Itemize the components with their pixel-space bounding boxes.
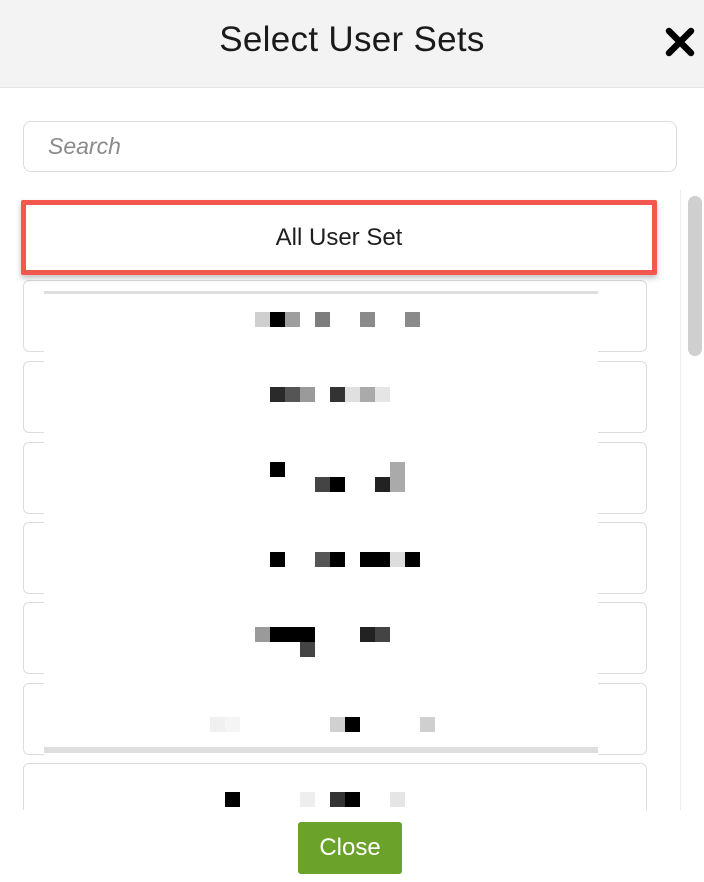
redacted-pixel: [270, 552, 285, 567]
close-button[interactable]: Close: [298, 822, 402, 874]
redacted-pixel: [210, 717, 225, 732]
redacted-pixel: [255, 312, 270, 327]
redacted-pixel: [315, 552, 330, 567]
redacted-pixel: [330, 477, 345, 492]
redacted-pixel: [285, 312, 300, 327]
redacted-pixel: [270, 387, 285, 402]
redacted-pixel: [285, 387, 300, 402]
redacted-pixel: [405, 552, 420, 567]
redacted-pixel: [390, 477, 405, 492]
list-scrollbar[interactable]: [680, 190, 704, 810]
redacted-region: [44, 294, 598, 756]
redacted-pixel: [285, 627, 300, 642]
redacted-pixel: [270, 312, 285, 327]
redacted-pixel: [225, 792, 240, 807]
redacted-pixel: [390, 552, 405, 567]
redacted-pixel: [420, 717, 435, 732]
redacted-pixel: [375, 387, 390, 402]
scroll-thumb[interactable]: [688, 196, 702, 356]
list-item-all-user-set[interactable]: All User Set: [21, 200, 657, 275]
redaction-bar: [44, 747, 598, 753]
redacted-pixel: [225, 717, 240, 732]
redacted-pixel: [345, 792, 360, 807]
redacted-pixel: [300, 792, 315, 807]
redacted-pixel: [405, 312, 420, 327]
redacted-pixel: [330, 552, 345, 567]
redacted-pixel: [345, 717, 360, 732]
redacted-pixel: [375, 552, 390, 567]
redacted-pixel: [360, 552, 375, 567]
list-item-label: All User Set: [275, 223, 403, 251]
redacted-pixel: [315, 312, 330, 327]
search-input[interactable]: [23, 121, 677, 172]
redacted-pixel: [360, 387, 375, 402]
redacted-pixel: [345, 387, 360, 402]
close-icon[interactable]: [664, 26, 696, 58]
redacted-pixel: [315, 477, 330, 492]
redacted-pixel: [360, 312, 375, 327]
user-set-list[interactable]: All User Set: [0, 190, 680, 810]
redacted-pixel: [330, 717, 345, 732]
redacted-pixel: [270, 462, 285, 477]
redacted-pixel: [330, 792, 345, 807]
redacted-pixel: [390, 792, 405, 807]
dialog-title: Select User Sets: [219, 20, 485, 59]
redacted-pixel: [300, 642, 315, 657]
redacted-pixel: [375, 477, 390, 492]
redacted-pixel: [270, 627, 285, 642]
dialog-header: Select User Sets: [0, 0, 704, 88]
redacted-pixel: [255, 627, 270, 642]
redacted-pixel: [375, 627, 390, 642]
redacted-pixel: [390, 462, 405, 477]
redacted-pixel: [300, 387, 315, 402]
redacted-pixel: [330, 387, 345, 402]
redacted-pixel: [360, 627, 375, 642]
redacted-pixel: [300, 627, 315, 642]
